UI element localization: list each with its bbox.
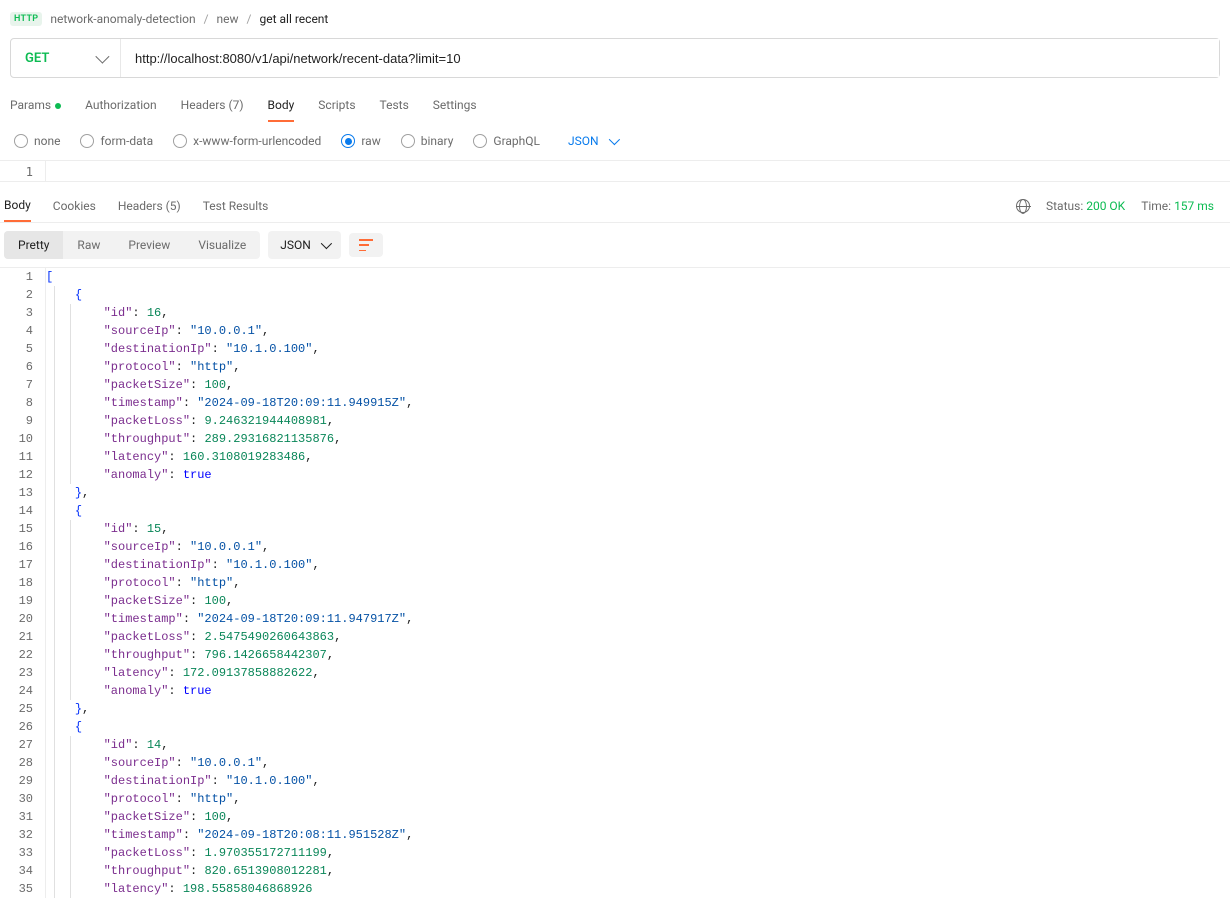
resp-tab-headers[interactable]: Headers (5) xyxy=(118,191,181,221)
radio-graphql[interactable]: GraphQL xyxy=(473,134,540,148)
time-value: 157 ms xyxy=(1174,199,1214,213)
editor-content[interactable] xyxy=(46,161,1230,181)
response-tabs: Body Cookies Headers (5) Test Results St… xyxy=(0,190,1230,223)
code-gutter: 1234567891011121314151617181920212223242… xyxy=(0,268,46,898)
breadcrumb-separator: / xyxy=(247,12,252,26)
url-input[interactable] xyxy=(121,39,1219,77)
resp-tab-test-results[interactable]: Test Results xyxy=(203,191,269,221)
request-body-editor[interactable]: 1 xyxy=(0,160,1230,182)
radio-icon xyxy=(80,134,94,148)
chevron-down-icon xyxy=(608,134,619,145)
radio-icon xyxy=(341,134,355,148)
radio-icon xyxy=(401,134,415,148)
method-badge-icon: HTTP xyxy=(10,12,42,26)
breadcrumb-folder[interactable]: new xyxy=(217,12,239,26)
breadcrumb: HTTP network-anomaly-detection / new / g… xyxy=(0,0,1230,38)
response-format-label: JSON xyxy=(280,238,311,252)
response-format-dropdown[interactable]: JSON xyxy=(268,231,341,259)
view-preview[interactable]: Preview xyxy=(114,231,184,259)
response-view-modes: Pretty Raw Preview Visualize JSON xyxy=(0,223,1230,267)
radio-label: form-data xyxy=(100,134,153,148)
wrap-lines-button[interactable] xyxy=(349,233,383,257)
response-body-viewer[interactable]: 1234567891011121314151617181920212223242… xyxy=(0,267,1230,898)
radio-x-www-form-urlencoded[interactable]: x-www-form-urlencoded xyxy=(173,134,321,148)
status-label-text: Status: xyxy=(1046,199,1083,213)
breadcrumb-separator: / xyxy=(204,12,209,26)
raw-format-label: JSON xyxy=(568,134,599,148)
method-dropdown[interactable]: GET xyxy=(11,39,121,77)
tab-body[interactable]: Body xyxy=(268,90,295,122)
tab-label: Params xyxy=(10,98,51,112)
radio-icon xyxy=(173,134,187,148)
tab-settings[interactable]: Settings xyxy=(433,90,477,122)
editor-gutter: 1 xyxy=(0,161,46,181)
chevron-down-icon xyxy=(95,50,109,64)
radio-none[interactable]: none xyxy=(14,134,60,148)
url-bar: GET xyxy=(10,38,1220,78)
response-meta: Status: 200 OK Time: 157 ms xyxy=(1016,199,1226,213)
view-pretty[interactable]: Pretty xyxy=(4,231,63,259)
method-label: GET xyxy=(25,51,49,66)
radio-label: binary xyxy=(421,134,454,148)
tab-authorization[interactable]: Authorization xyxy=(85,90,157,122)
params-indicator-icon xyxy=(55,103,61,109)
view-mode-group: Pretty Raw Preview Visualize xyxy=(4,231,260,259)
radio-icon xyxy=(473,134,487,148)
resp-tab-body[interactable]: Body xyxy=(4,190,31,222)
raw-format-dropdown[interactable]: JSON xyxy=(568,134,617,148)
radio-form-data[interactable]: form-data xyxy=(80,134,153,148)
view-visualize[interactable]: Visualize xyxy=(184,231,260,259)
tab-tests[interactable]: Tests xyxy=(380,90,409,122)
view-raw[interactable]: Raw xyxy=(63,231,114,259)
time-label: Time: 157 ms xyxy=(1141,199,1214,213)
status-value: 200 OK xyxy=(1086,199,1125,213)
chevron-down-icon xyxy=(321,238,332,249)
request-tabs: Params Authorization Headers (7) Body Sc… xyxy=(0,90,1230,122)
tab-scripts[interactable]: Scripts xyxy=(318,90,355,122)
tab-params[interactable]: Params xyxy=(10,90,61,122)
globe-icon[interactable] xyxy=(1016,199,1030,213)
resp-tab-cookies[interactable]: Cookies xyxy=(53,191,96,221)
radio-label: x-www-form-urlencoded xyxy=(193,134,321,148)
radio-label: none xyxy=(34,134,60,148)
breadcrumb-current: get all recent xyxy=(260,12,329,26)
status-label: Status: 200 OK xyxy=(1046,199,1125,213)
time-label-text: Time: xyxy=(1141,199,1171,213)
radio-label: raw xyxy=(361,134,380,148)
radio-icon xyxy=(14,134,28,148)
breadcrumb-root[interactable]: network-anomaly-detection xyxy=(50,12,195,26)
radio-label: GraphQL xyxy=(493,134,540,148)
code-content[interactable]: [ { "id": 16, "sourceIp": "10.0.0.1", "d… xyxy=(46,268,1230,898)
body-type-selector: none form-data x-www-form-urlencoded raw… xyxy=(0,122,1230,160)
wrap-lines-icon xyxy=(359,239,373,251)
tab-headers[interactable]: Headers (7) xyxy=(181,90,244,122)
radio-binary[interactable]: binary xyxy=(401,134,454,148)
radio-raw[interactable]: raw xyxy=(341,134,380,148)
